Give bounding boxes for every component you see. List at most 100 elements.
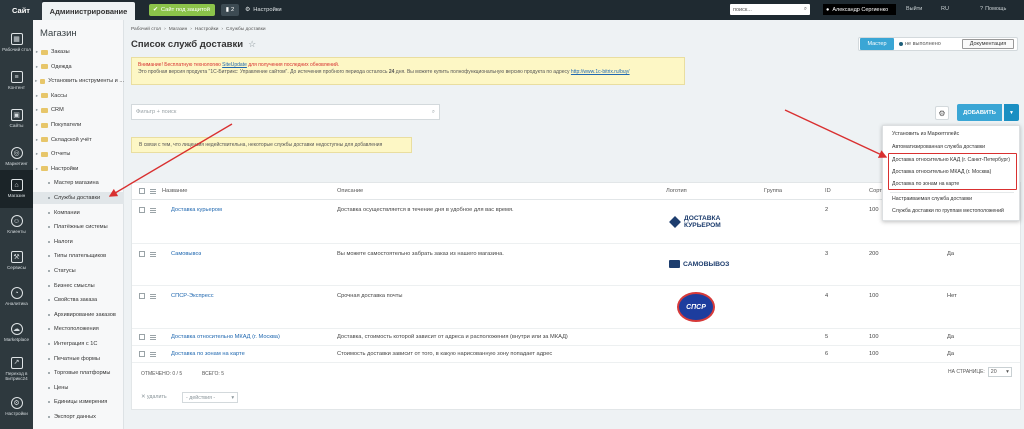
chevron-right-icon[interactable]: ▸ (33, 122, 41, 128)
row-menu-icon[interactable] (150, 252, 156, 257)
grid-settings-button[interactable]: ⚙ (935, 106, 949, 120)
menu-item[interactable]: Торговые платформы (33, 367, 124, 379)
per-page-select[interactable]: 20 ▾ (987, 367, 1012, 377)
col-id[interactable]: ID (825, 188, 831, 194)
leftbar-services[interactable]: ⚒ Сервисы (0, 242, 33, 280)
add-dropdown-toggle[interactable]: ▼ (1004, 104, 1019, 121)
row-checkbox[interactable] (139, 207, 145, 213)
delete-action[interactable]: ✕ удалить (141, 394, 167, 400)
menu-item[interactable]: ▸ CRM (33, 104, 124, 116)
menu-item[interactable]: Мастер магазина (33, 177, 124, 189)
chevron-right-icon[interactable]: ▸ (33, 107, 41, 113)
menu-item[interactable]: ▸ Настройки (33, 163, 124, 175)
row-menu-icon[interactable] (150, 208, 156, 213)
row-menu-icon[interactable] (150, 294, 156, 299)
menu-item[interactable]: Статусы (33, 265, 124, 277)
chevron-right-icon[interactable]: ▸ (33, 93, 41, 99)
menu-item[interactable]: Архивирование заказов (33, 309, 124, 321)
menu-item[interactable]: Цены (33, 382, 124, 394)
chevron-right-icon[interactable]: ▸ (33, 49, 41, 55)
row-checkbox[interactable] (139, 334, 145, 340)
user-menu[interactable]: ● Александр Сергиенко (823, 4, 896, 15)
table-row[interactable]: Доставка по зонам на карте Стоимость дос… (132, 347, 1020, 363)
add-button[interactable]: ДОБАВИТЬ (957, 104, 1002, 121)
breadcrumb-item[interactable]: Службы доставки (226, 27, 266, 32)
dropdown-item-custom[interactable]: Настраиваемая служба доставки (892, 196, 972, 202)
menu-item[interactable]: ▸ Установить инструменты и ... (33, 75, 124, 87)
siteupdate-link[interactable]: SiteUpdate (222, 62, 247, 68)
leftbar-analytics[interactable]: ◔ Аналитика (0, 278, 33, 316)
leftbar-content[interactable]: ≡ Контент (0, 62, 33, 100)
menu-item[interactable]: Компании (33, 207, 124, 219)
row-name-link[interactable]: Доставка относительно МКАД (г. Москва) (171, 334, 280, 340)
row-name-link[interactable]: Самовывоз (171, 251, 201, 257)
col-description[interactable]: Описание (337, 188, 363, 194)
col-name[interactable]: Название (162, 188, 187, 194)
master-button[interactable]: Мастер (860, 38, 894, 50)
leftbar-clients[interactable]: ☺ Клиенты (0, 206, 33, 244)
menu-item[interactable]: ▸ Складской учёт (33, 134, 124, 146)
chevron-right-icon[interactable]: ▸ (33, 151, 41, 157)
row-menu-icon[interactable] (150, 189, 156, 194)
menu-item[interactable]: Налоги (33, 236, 124, 248)
menu-item[interactable]: Интеграция с 1С (33, 338, 124, 350)
menu-item[interactable]: Свойства заказа (33, 294, 124, 306)
filter-search-input[interactable]: Фильтр + поиск ⌕ (131, 104, 440, 120)
menu-item[interactable]: Бизнес смыслы (33, 280, 124, 292)
col-sort[interactable]: Сорт (869, 188, 882, 194)
menu-item[interactable]: Печатные формы (33, 353, 124, 365)
chevron-right-icon[interactable]: ▸ (33, 166, 41, 172)
leftbar-bitrix24[interactable]: ↗ Переход в Битрикс24 (0, 350, 33, 388)
dropdown-item-automated[interactable]: Автоматизированная служба доставки (892, 144, 985, 150)
leftbar-desktop[interactable]: ▦ Рабочий стол (0, 24, 33, 62)
leftbar-settings[interactable]: ⚙ Настройки (0, 388, 33, 426)
select-all-checkbox[interactable] (139, 188, 145, 194)
menu-item[interactable]: ▸ Одежда (33, 61, 124, 73)
exit-link[interactable]: Выйти (906, 6, 922, 12)
site-protected-button[interactable]: ✔ Сайт под защитой (149, 4, 216, 16)
admin-tab[interactable]: Администрирование (42, 2, 135, 20)
menu-item[interactable]: ▸ Кассы (33, 90, 124, 102)
table-row[interactable]: Доставка относительно МКАД (г. Москва) Д… (132, 330, 1020, 346)
breadcrumb-item[interactable]: Настройки (195, 27, 219, 32)
menu-item[interactable]: ▸ Заказы (33, 46, 124, 58)
menu-item[interactable]: ▸ Отчеты (33, 148, 124, 160)
actions-select[interactable]: - действия - ▾ (182, 392, 238, 403)
buy-link[interactable]: http://www.1c-bitrix.ru/buy/ (571, 69, 630, 75)
search-input[interactable]: поиск... ⌕ (730, 4, 810, 15)
menu-item[interactable]: Типы плательщиков (33, 250, 124, 262)
menu-item[interactable]: Службы доставки (33, 192, 124, 204)
dropdown-item-location-groups[interactable]: Служба доставки по группам местоположени… (892, 208, 1004, 214)
notifications-button[interactable]: ▮ 2 (221, 4, 240, 16)
star-icon[interactable]: ☆ (248, 39, 256, 50)
language-select[interactable]: RU (941, 6, 949, 12)
chevron-right-icon[interactable]: ▸ (33, 137, 41, 143)
row-checkbox[interactable] (139, 293, 145, 299)
col-logo[interactable]: Логотип (666, 188, 687, 194)
help-link[interactable]: ? Помощь (980, 6, 1006, 12)
breadcrumb-item[interactable]: Магазин (169, 27, 188, 32)
row-menu-icon[interactable] (150, 352, 156, 357)
table-row[interactable]: Самовывоз Вы можете самостоятельно забра… (132, 245, 1020, 286)
table-row[interactable]: СПСР-Экспресс Срочная доставка почты СПС… (132, 287, 1020, 329)
row-menu-icon[interactable] (150, 335, 156, 340)
chevron-right-icon[interactable]: ▸ (33, 78, 40, 84)
row-checkbox[interactable] (139, 351, 145, 357)
documentation-button[interactable]: Документация (962, 39, 1014, 49)
leftbar-marketplace[interactable]: ☁ Marketplace (0, 314, 33, 352)
leftbar-sites[interactable]: ▣ Сайты (0, 100, 33, 138)
col-group[interactable]: Группа (764, 188, 782, 194)
row-checkbox[interactable] (139, 251, 145, 257)
menu-item[interactable]: Платёжные системы (33, 221, 124, 233)
menu-item[interactable]: Единицы измерения (33, 396, 124, 408)
dropdown-item-marketplace[interactable]: Установить из Маркетплейс (892, 131, 959, 137)
site-tab[interactable]: Сайт (0, 0, 42, 20)
menu-item[interactable]: Местоположения (33, 323, 124, 335)
row-name-link[interactable]: СПСР-Экспресс (171, 293, 214, 299)
leftbar-shop[interactable]: ⌂ Магазин (0, 170, 33, 208)
chevron-right-icon[interactable]: ▸ (33, 64, 41, 70)
row-name-link[interactable]: Доставка курьером (171, 207, 222, 213)
breadcrumb-item[interactable]: Рабочий стол (131, 27, 161, 32)
row-name-link[interactable]: Доставка по зонам на карте (171, 351, 245, 357)
menu-item[interactable]: ▸ Покупатели (33, 119, 124, 131)
